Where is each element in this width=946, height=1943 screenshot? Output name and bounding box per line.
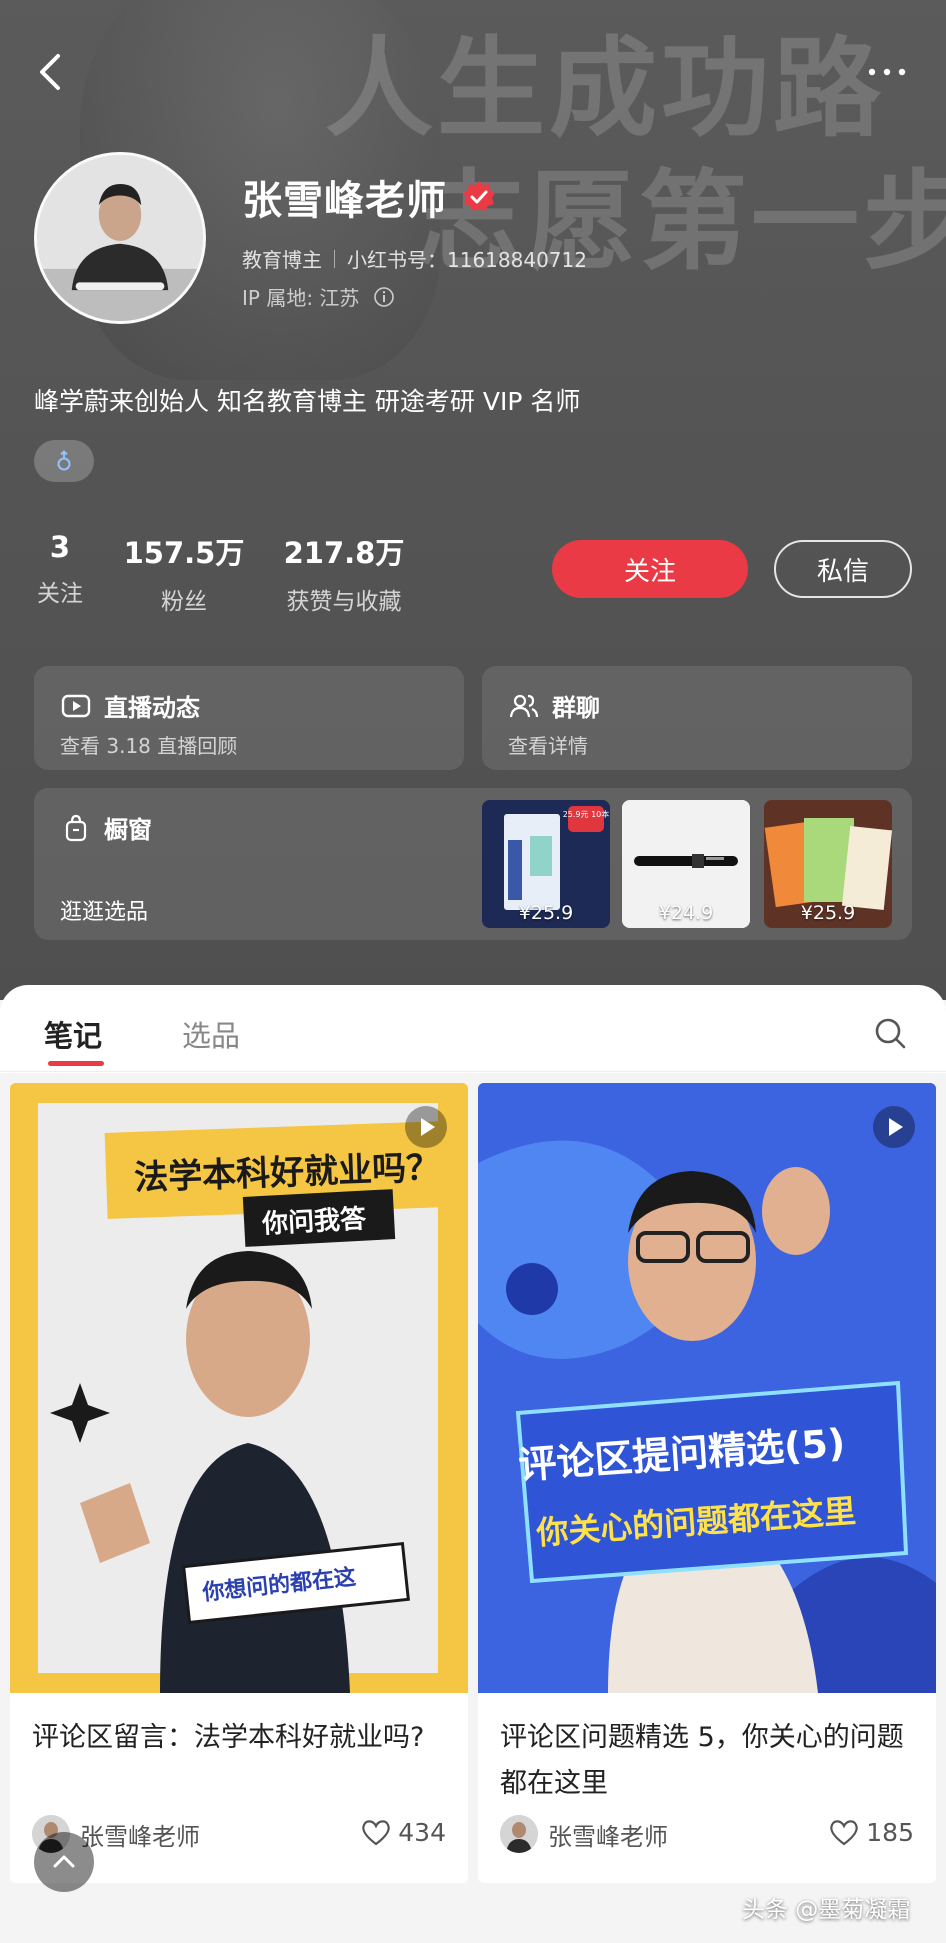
author-name: 张雪峰老师 xyxy=(80,1822,200,1851)
product-price: ¥25.9 xyxy=(518,902,574,924)
note-title: 评论区问题精选 5，你关心的问题都在这里 xyxy=(500,1722,904,1799)
follow-button[interactable]: 关注 xyxy=(552,540,748,598)
stat-followers-label: 粉丝 xyxy=(161,589,207,615)
note-title: 评论区留言：法学本科好就业吗? xyxy=(32,1722,425,1753)
more-button[interactable] xyxy=(862,54,912,90)
tab-selection[interactable]: 选品 xyxy=(182,1013,240,1055)
note-cover: 评论区提问精选(5) 你关心的问题都在这里 xyxy=(478,1083,936,1693)
profile-name: 张雪峰老师 xyxy=(242,178,447,224)
profile-meta: 教育博主 小红书号：11618840712 xyxy=(242,244,587,273)
product-thumbnail[interactable]: ¥24.9 xyxy=(622,800,750,928)
product-badge-price: 25.9元 10本 xyxy=(563,809,610,819)
more-horizontal-icon xyxy=(868,68,906,76)
profile-bio: 峰学蔚来创始人 知名教育博主 研途考研 VIP 名师 xyxy=(34,387,581,416)
note-cover: 法学本科好就业吗？ 你问我答 你想问的都在这 xyxy=(10,1083,468,1693)
product-thumbnail[interactable]: 25.9元 10本 ¥25.9 xyxy=(482,800,610,928)
note-author[interactable]: 张雪峰老师 xyxy=(500,1815,668,1853)
profile-account-id: 小红书号：11618840712 xyxy=(347,248,587,272)
info-icon[interactable] xyxy=(373,286,395,308)
like-button[interactable]: 185 xyxy=(828,1817,914,1847)
note-cover-illustration xyxy=(478,1083,936,1693)
profile-category: 教育博主 xyxy=(242,248,322,272)
live-card-title: 直播动态 xyxy=(104,694,200,722)
chevron-up-icon xyxy=(53,1855,75,1868)
live-card[interactable]: 直播动态 查看 3.18 直播回顾 xyxy=(34,666,464,770)
product-price: ¥24.9 xyxy=(658,902,714,924)
ip-location: IP 属地: 江苏 xyxy=(242,286,360,310)
scroll-to-top-button[interactable] xyxy=(34,1832,94,1892)
stat-following-value: 3 xyxy=(49,530,71,564)
ip-location-row: IP 属地: 江苏 xyxy=(242,282,395,311)
stat-likes-collects[interactable]: 217.8万 获赞与收藏 xyxy=(276,530,412,616)
live-card-subtitle: 查看 3.18 直播回顾 xyxy=(60,734,238,758)
live-video-icon xyxy=(61,694,91,717)
product-price: ¥25.9 xyxy=(800,902,856,924)
verified-check-icon xyxy=(463,181,495,211)
note-card[interactable]: 法学本科好就业吗？ 你问我答 你想问的都在这 评论区留言：法学本科好就业吗? 张… xyxy=(10,1083,468,1883)
shopping-bag-icon xyxy=(65,814,87,841)
stat-following-label: 关注 xyxy=(37,581,83,607)
message-button[interactable]: 私信 xyxy=(774,540,912,598)
chevron-left-icon xyxy=(40,54,60,90)
note-cover-subtitle: 你问我答 xyxy=(261,1204,367,1240)
group-card-header: 群聊 xyxy=(508,688,600,723)
shop-window-card[interactable]: 橱窗 逛逛选品 25.9元 10本 ¥25.9 ¥24.9 ¥25.9 xyxy=(34,788,912,940)
active-tab-indicator xyxy=(48,1061,104,1066)
heart-icon xyxy=(362,1820,391,1846)
back-button[interactable] xyxy=(30,48,70,96)
shop-card-subtitle: 逛逛选品 xyxy=(60,900,149,925)
group-card-subtitle: 查看详情 xyxy=(508,734,588,758)
author-avatar-image xyxy=(500,1815,538,1853)
author-avatar xyxy=(500,1815,538,1853)
like-count: 434 xyxy=(398,1817,446,1847)
heart-icon xyxy=(830,1820,859,1846)
meta-divider xyxy=(334,249,335,268)
avatar[interactable] xyxy=(34,152,206,324)
note-card[interactable]: 评论区提问精选(5) 你关心的问题都在这里 评论区问题精选 5，你关心的问题都在… xyxy=(478,1083,936,1883)
name-row: 张雪峰老师 xyxy=(242,168,497,226)
avatar-image xyxy=(37,155,203,321)
like-button[interactable]: 434 xyxy=(360,1817,446,1847)
tab-notes[interactable]: 笔记 xyxy=(44,1013,102,1055)
male-icon xyxy=(57,450,71,471)
product-thumbnail[interactable]: ¥25.9 xyxy=(764,800,892,928)
watermark: 头条 @墨菊凝霜 xyxy=(742,1897,911,1923)
notes-panel: 笔记 选品 法学本科好就业吗？ 你问我答 你想问的都在这 评论区留言：法学本科好… xyxy=(0,985,946,1943)
shop-card-title: 橱窗 xyxy=(104,816,152,844)
stat-followers-value: 157.5万 xyxy=(123,536,245,570)
stat-followers[interactable]: 157.5万 粉丝 xyxy=(122,530,246,616)
search-icon[interactable] xyxy=(872,1015,908,1051)
group-users-icon xyxy=(509,694,539,717)
like-count: 185 xyxy=(866,1817,914,1847)
stat-likes-label: 获赞与收藏 xyxy=(286,589,402,615)
notes-feed: 法学本科好就业吗？ 你问我答 你想问的都在这 评论区留言：法学本科好就业吗? 张… xyxy=(0,1073,946,1943)
stat-following[interactable]: 3 关注 xyxy=(34,530,86,608)
video-play-icon xyxy=(405,1106,447,1148)
author-name: 张雪峰老师 xyxy=(548,1822,668,1851)
live-card-header: 直播动态 xyxy=(60,688,200,723)
video-play-icon xyxy=(873,1106,915,1148)
gender-badge xyxy=(34,440,94,482)
stat-likes-value: 217.8万 xyxy=(283,536,405,570)
group-chat-card[interactable]: 群聊 查看详情 xyxy=(482,666,912,770)
tab-divider xyxy=(0,1071,946,1072)
profile-header: 人生成功路 志愿第一步 张雪峰老师 教育博主 小红书号：11618840712 xyxy=(0,0,946,1000)
group-card-title: 群聊 xyxy=(552,694,600,722)
shop-card-header: 橱窗 xyxy=(60,810,152,845)
